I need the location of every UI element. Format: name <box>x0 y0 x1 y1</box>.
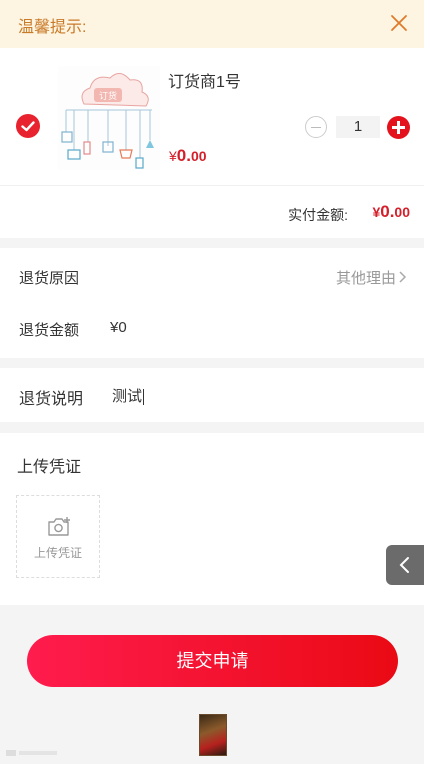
notice-bar: 温馨提示: <box>0 0 424 48</box>
return-description-input[interactable]: 测试 <box>112 385 145 406</box>
watermark-logo <box>6 748 58 760</box>
quantity-input[interactable]: 1 <box>336 116 380 138</box>
total-label: 实付金额: <box>288 207 348 223</box>
chevron-left-icon <box>399 557 409 573</box>
product-price: ¥0.00 <box>169 146 207 165</box>
return-description-label: 退货说明 <box>19 391 84 408</box>
refund-info-card: 退货原因 其他理由 退货金额 ¥0 <box>0 248 424 358</box>
return-description-card: 退货说明 测试 <box>0 368 424 422</box>
text-caret <box>143 389 145 406</box>
thumb-label: 订货 <box>99 90 117 102</box>
submit-button[interactable]: 提交申请 <box>27 635 398 687</box>
return-reason-select[interactable]: 其他理由 <box>336 267 396 288</box>
decrease-quantity-button[interactable] <box>305 116 327 138</box>
return-amount-value: ¥0 <box>110 319 127 336</box>
product-card: 订货 订货商1号 ¥0.00 1 <box>0 48 424 186</box>
return-amount-label: 退货金额 <box>19 322 80 339</box>
selected-check-icon[interactable] <box>16 114 40 138</box>
upload-card: 上传凭证 上传凭证 <box>0 433 424 605</box>
upload-button-label: 上传凭证 <box>33 546 82 560</box>
notice-text: 温馨提示: <box>18 19 87 36</box>
chevron-right-icon[interactable] <box>398 269 408 285</box>
return-reason-label: 退货原因 <box>19 270 80 287</box>
back-button[interactable] <box>386 545 424 585</box>
close-icon[interactable] <box>388 12 410 34</box>
camera-add-icon <box>48 517 70 536</box>
bottom-thumbnail-image <box>199 714 227 756</box>
upload-button[interactable]: 上传凭证 <box>16 495 100 578</box>
upload-title: 上传凭证 <box>17 459 82 476</box>
total-amount: ¥0.00 <box>372 202 410 221</box>
increase-quantity-button[interactable] <box>387 116 410 139</box>
product-thumbnail: 订货 <box>58 66 160 170</box>
product-name: 订货商1号 <box>168 74 241 91</box>
total-row: 实付金额: ¥0.00 <box>0 186 424 238</box>
